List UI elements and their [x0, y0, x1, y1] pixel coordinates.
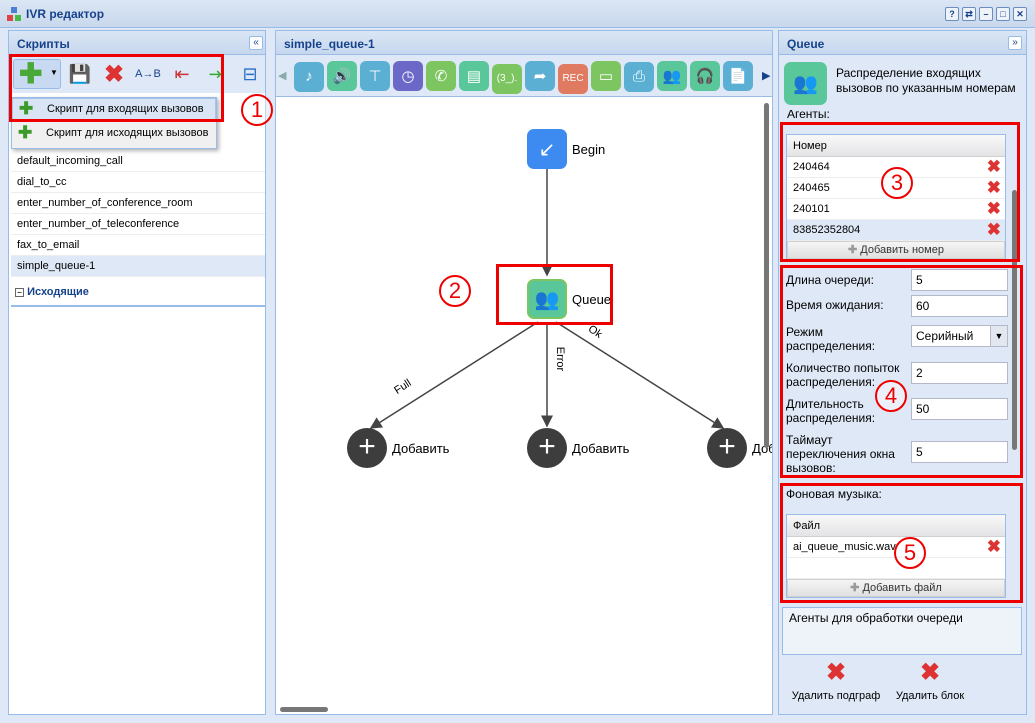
refresh-button[interactable]: ⇄ — [962, 7, 976, 21]
window-title: IVR редактор — [26, 7, 105, 21]
block-toolbar: ♪ 🔊 ⊤ ◷ ✆ ▤ (3_). ➦ REC ▭ ⎙ 👥 🎧 📄 — [294, 61, 760, 94]
title-bar: IVR редактор ? ⇄ – □ ✕ — [0, 0, 1035, 28]
edges — [369, 168, 725, 429]
annotation-2: 2 — [439, 275, 471, 307]
maximize-button[interactable]: □ — [996, 7, 1010, 21]
begin-label: Begin — [572, 142, 606, 157]
group-label: Исходящие — [27, 286, 89, 298]
queue-icon[interactable]: 👥 — [657, 61, 687, 91]
music-icon[interactable]: ♪ — [294, 61, 324, 92]
tooltip: Агенты для обработки очереди — [782, 607, 1022, 655]
properties-icon[interactable]: ⊟ — [237, 61, 263, 87]
help-button[interactable]: ? — [945, 7, 959, 21]
properties-title: Queue — [779, 31, 1026, 55]
begin-node-icon[interactable]: ↙ — [527, 129, 567, 169]
annotation-1: 1 — [241, 94, 273, 126]
form-icon[interactable]: ▤ — [459, 61, 489, 91]
record-icon[interactable]: REC — [558, 63, 588, 94]
delete-icon: ✖ — [825, 659, 847, 686]
annotation-box-2 — [496, 264, 613, 325]
add-label: Добавить — [392, 441, 450, 456]
forward-icon[interactable]: ➦ — [525, 61, 555, 91]
fax-icon[interactable]: ⎙ — [624, 61, 654, 92]
add-node-button[interactable]: + — [347, 428, 387, 468]
speaker-icon[interactable]: 🔊 — [327, 61, 357, 91]
agents-label: Агенты: — [787, 110, 830, 118]
script-item[interactable]: dial_to_cc — [11, 172, 265, 193]
group-outgoing[interactable]: − Исходящие — [11, 277, 265, 307]
document-code-icon[interactable]: 📄 — [723, 61, 753, 91]
hierarchy-icon[interactable]: ⊤ — [360, 61, 390, 91]
collapse-group-icon[interactable]: − — [15, 288, 24, 297]
add-label: Добавить — [572, 441, 630, 456]
headset-icon[interactable]: 🎧 — [690, 61, 720, 91]
annotation-5: 5 — [894, 537, 926, 569]
delete-subgraph-button[interactable]: ✖ Удалить подграф — [786, 659, 886, 703]
menu-label: Скрипт для исходящих вызовов — [46, 127, 209, 139]
minimize-button[interactable]: – — [979, 7, 993, 21]
edge-label-error: Error — [554, 346, 567, 372]
edge-ok — [555, 321, 725, 429]
collapse-right-button[interactable]: » — [1008, 36, 1022, 50]
editor-panel: simple_queue-1 ◀ ♪ 🔊 ⊤ ◷ ✆ ▤ (3_). ➦ REC ▭ ⎙ 👥 🎧 📄 ▶ … — [275, 30, 773, 715]
clock-icon[interactable]: ◷ — [393, 61, 423, 91]
delete-subgraph-label: Удалить подграф — [791, 690, 881, 702]
add-node-button[interactable]: + — [707, 428, 747, 468]
scroll-right-icon[interactable]: ▶ — [762, 69, 770, 82]
close-button[interactable]: ✕ — [1013, 7, 1027, 21]
add-node-button[interactable]: + — [527, 428, 567, 468]
edge-full — [369, 321, 539, 429]
delete-block-button[interactable]: ✖ Удалить блок — [885, 659, 975, 703]
card-icon[interactable]: ▭ — [591, 61, 621, 91]
digits-icon[interactable]: (3_). — [492, 63, 522, 94]
delete-block-label: Удалить блок — [895, 690, 965, 702]
app-logo-icon — [7, 7, 21, 21]
plus-icon: ✚ — [18, 123, 33, 142]
script-item-selected[interactable]: simple_queue-1 — [11, 256, 265, 277]
menu-item-outgoing[interactable]: ✚ Скрипт для исходящих вызовов — [12, 123, 216, 145]
script-item[interactable]: enter_number_of_conference_room — [11, 193, 265, 214]
script-item[interactable]: enter_number_of_teleconference — [11, 214, 265, 235]
annotation-box-4 — [780, 265, 1023, 478]
scripts-title: Скрипты — [9, 31, 265, 55]
annotation-4: 4 — [875, 380, 907, 412]
scroll-left-icon[interactable]: ◀ — [278, 69, 286, 82]
delete-icon: ✖ — [919, 659, 941, 686]
canvas[interactable]: ↙ Begin 👥 Queue Full Error Ok + Добавить… — [276, 98, 772, 714]
script-item[interactable]: fax_to_email — [11, 235, 265, 256]
queue-block-icon: 👥 — [784, 62, 827, 105]
editor-title: simple_queue-1 — [276, 31, 772, 55]
scripts-list: default_incoming_call dial_to_cc enter_n… — [11, 151, 265, 307]
script-item[interactable]: default_incoming_call — [11, 151, 265, 172]
block-description: Распределение входящих вызовов по указан… — [836, 66, 1016, 95]
annotation-3: 3 — [881, 167, 913, 199]
horizontal-scrollbar[interactable] — [280, 707, 328, 712]
add-label: Добавить — [752, 441, 772, 456]
vertical-scrollbar[interactable] — [764, 103, 769, 448]
annotation-box-1 — [9, 54, 224, 122]
phone-icon[interactable]: ✆ — [426, 61, 456, 91]
collapse-left-button[interactable]: « — [249, 36, 263, 50]
